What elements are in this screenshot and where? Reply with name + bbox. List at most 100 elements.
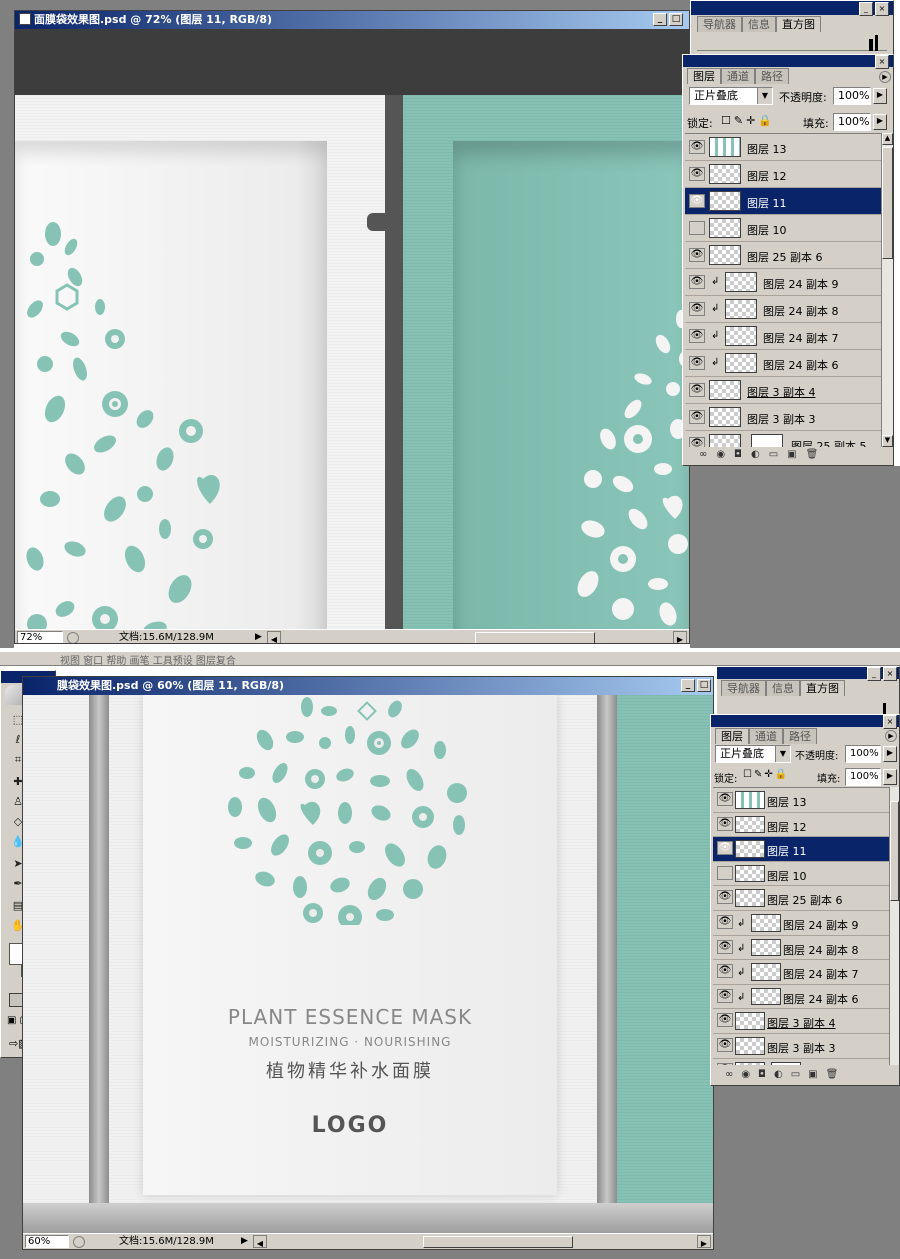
fill-input-2[interactable]: 100% — [845, 768, 881, 786]
canvas[interactable] — [15, 29, 689, 629]
status-arrow-icon[interactable]: ▶ — [255, 630, 262, 643]
layer-row[interactable]: 👁图层 25 副本 5 — [713, 1059, 889, 1065]
hscroll-left-button-2[interactable]: ◀ — [253, 1235, 267, 1248]
status-arrow-icon-2[interactable]: ▶ — [241, 1234, 248, 1249]
layer-row[interactable]: 👁 图层 3 副本 4 — [685, 377, 881, 404]
hscroll-right-button[interactable]: ▶ — [673, 631, 687, 643]
layer-row[interactable]: 👁 图层 12 — [713, 813, 889, 838]
hscroll-thumb-2[interactable] — [423, 1236, 573, 1248]
layer-row[interactable]: 👁 图层 3 副本 4 — [713, 1009, 889, 1034]
layers-panel-close-button-2[interactable]: × — [883, 715, 897, 729]
layer-row[interactable]: 👁 ↲ 图层 24 副本 8 — [713, 936, 889, 961]
layer-visibility-eye-icon[interactable]: 👁 — [689, 275, 705, 289]
layer-row[interactable]: 图层 10 — [713, 862, 889, 887]
layer-visibility-eye-icon[interactable]: 👁 — [689, 194, 705, 208]
layer-visibility-eye-icon[interactable]: 👁 — [717, 816, 733, 831]
panel-minimize-button[interactable]: _ — [859, 2, 873, 16]
tab-histogram[interactable]: 直方图 — [776, 16, 821, 32]
layer-row[interactable]: 图层 10 — [685, 215, 881, 242]
layer-row[interactable]: 👁 图层 25 副本 6 — [685, 242, 881, 269]
lock-icons[interactable]: ☐✎✛🔒 — [721, 114, 775, 127]
tab-paths-2[interactable]: 路径 — [783, 728, 817, 744]
layer-row[interactable]: 👁 图层 25 副本 6 — [713, 886, 889, 911]
layer-visibility-eye-icon[interactable]: 👁 — [717, 890, 733, 905]
layer-visibility-eye-icon[interactable]: 👁 — [689, 437, 705, 447]
layer-row[interactable]: 👁 ↲ 图层 24 副本 6 — [685, 350, 881, 377]
opacity-arrow-button-2[interactable]: ▶ — [883, 746, 897, 762]
opacity-arrow-button[interactable]: ▶ — [873, 88, 887, 104]
layer-row[interactable]: 👁 ↲ 图层 24 副本 7 — [713, 960, 889, 985]
minimize-button[interactable]: _ — [653, 13, 667, 26]
tab-navigator[interactable]: 导航器 — [697, 16, 742, 32]
layer-list-scrollbar[interactable]: ▲ ▼ — [881, 133, 893, 447]
layer-visibility-eye-icon[interactable]: 👁 — [717, 915, 733, 929]
maximize-button-2[interactable]: □ — [697, 679, 711, 692]
tab-paths[interactable]: 路径 — [755, 68, 789, 84]
layer-row[interactable]: 👁 图层 12 — [685, 161, 881, 188]
zoom-field-2[interactable]: 60% — [25, 1235, 69, 1248]
tab-navigator-2[interactable]: 导航器 — [721, 680, 766, 696]
blend-mode-select[interactable]: 正片叠底 ▼ — [689, 87, 773, 105]
layer-list-scrollbar-2[interactable] — [889, 787, 899, 1065]
hscroll-right-button-2[interactable]: ▶ — [697, 1235, 711, 1248]
layer-row[interactable]: 👁 ↲ 图层 24 副本 6 — [713, 985, 889, 1010]
tab-histogram-2[interactable]: 直方图 — [800, 680, 845, 696]
tab-layers-2[interactable]: 图层 — [715, 728, 749, 744]
tab-info[interactable]: 信息 — [742, 16, 776, 32]
window-title-bar-2[interactable]: 膜袋效果图.psd @ 60% (图层 11, RGB/8) _ □ — [23, 677, 713, 695]
hscroll-thumb[interactable] — [475, 632, 595, 643]
tab-channels[interactable]: 通道 — [721, 68, 755, 84]
layer-row[interactable]: 👁 ↲ 图层 24 副本 8 — [685, 296, 881, 323]
layer-visibility-eye-icon[interactable]: 👁 — [717, 1013, 733, 1028]
layer-visibility-eye-icon[interactable]: 👁 — [689, 329, 705, 343]
layer-row[interactable]: 👁 ↲ 图层 24 副本 7 — [685, 323, 881, 350]
fill-input[interactable]: 100% — [833, 113, 871, 131]
window-title-bar[interactable]: 面膜袋效果图.psd @ 72% (图层 11, RGB/8) _ □ — [15, 11, 689, 29]
opacity-input[interactable]: 100% — [833, 87, 871, 105]
layer-visibility-eye-icon[interactable]: 👁 — [717, 939, 733, 954]
layer-row[interactable]: 👁图层 25 副本 5 — [685, 431, 881, 447]
layer-visibility-eye-icon[interactable]: 👁 — [717, 792, 733, 806]
layer-visibility-eye-icon[interactable]: 👁 — [689, 356, 705, 370]
layer-visibility-eye-icon[interactable]: 👁 — [717, 988, 733, 1003]
layer-row[interactable]: 👁 ↲ 图层 24 副本 9 — [685, 269, 881, 296]
canvas-2[interactable]: PLANT ESSENCE MASK MOISTURIZING · NOURIS… — [23, 695, 713, 1235]
layer-visibility-eye-icon[interactable]: 👁 — [689, 140, 705, 154]
panel-minimize-button-2[interactable]: _ — [867, 667, 881, 681]
tab-info-2[interactable]: 信息 — [766, 680, 800, 696]
tab-channels-2[interactable]: 通道 — [749, 728, 783, 744]
layer-row[interactable]: 👁 图层 11 — [713, 837, 889, 862]
layer-visibility-eye-icon[interactable] — [717, 865, 733, 880]
layer-visibility-eye-icon[interactable]: 👁 — [689, 410, 705, 424]
panel-menu-icon-2[interactable]: ▶ — [885, 730, 897, 742]
opacity-input-2[interactable]: 100% — [845, 745, 881, 763]
layer-visibility-eye-icon[interactable]: 👁 — [689, 167, 705, 181]
layer-row[interactable]: 👁 图层 13 — [685, 134, 881, 161]
layer-row[interactable]: 👁 图层 3 副本 3 — [713, 1034, 889, 1059]
layer-visibility-eye-icon[interactable] — [689, 221, 705, 235]
layer-visibility-eye-icon[interactable]: 👁 — [689, 383, 705, 397]
lock-icons-2[interactable]: ☐✎✛🔒 — [743, 769, 789, 780]
layers-panel-close-button[interactable]: × — [875, 55, 889, 69]
fill-arrow-button-2[interactable]: ▶ — [883, 769, 897, 785]
layer-visibility-eye-icon[interactable]: 👁 — [689, 302, 705, 316]
blend-mode-select-2[interactable]: 正片叠底 ▼ — [715, 745, 791, 763]
panel-menu-icon[interactable]: ▶ — [879, 71, 891, 83]
status-menu-icon-2[interactable] — [73, 1236, 85, 1248]
layer-row[interactable]: 👁 ↲ 图层 24 副本 9 — [713, 911, 889, 936]
layer-visibility-eye-icon[interactable]: 👁 — [717, 1062, 733, 1065]
panel-close-button-2[interactable]: × — [883, 667, 897, 681]
tab-layers[interactable]: 图层 — [687, 68, 721, 84]
layer-row[interactable]: 👁 图层 11 — [685, 188, 881, 215]
status-menu-icon[interactable] — [67, 632, 79, 643]
layer-row[interactable]: 👁 图层 13 — [713, 788, 889, 813]
layer-row[interactable]: 👁 图层 3 副本 3 — [685, 404, 881, 431]
hscroll-left-button[interactable]: ◀ — [267, 631, 281, 643]
fill-arrow-button[interactable]: ▶ — [873, 114, 887, 130]
layer-visibility-eye-icon[interactable]: 👁 — [717, 964, 733, 979]
minimize-button-2[interactable]: _ — [681, 679, 695, 692]
zoom-field[interactable]: 72% — [17, 631, 63, 643]
maximize-button[interactable]: □ — [669, 13, 683, 26]
layer-visibility-eye-icon[interactable]: 👁 — [689, 248, 705, 262]
panel-close-button[interactable]: × — [875, 2, 889, 16]
